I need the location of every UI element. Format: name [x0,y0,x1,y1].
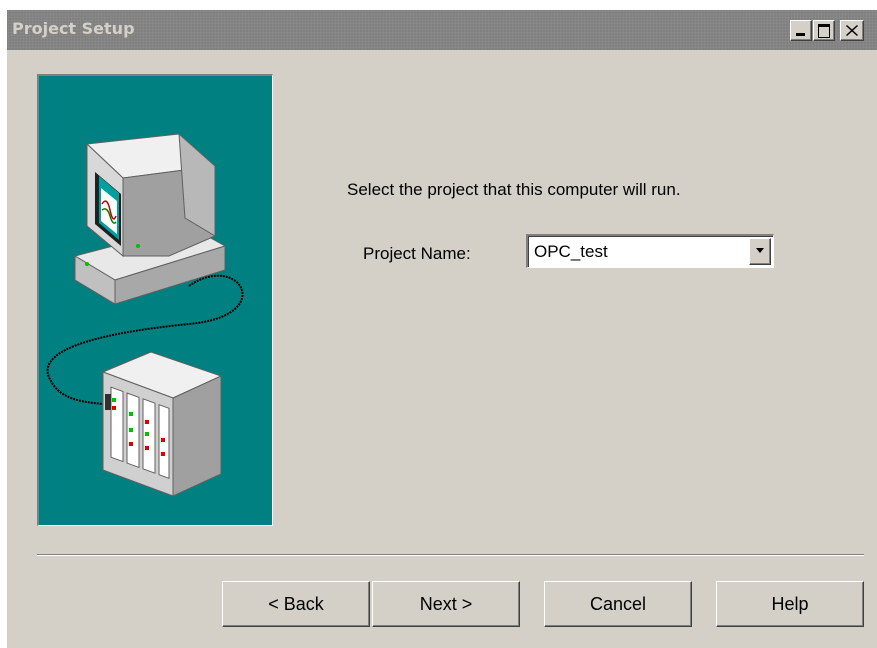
close-button[interactable] [840,20,864,41]
separator-line [37,554,864,556]
chevron-down-icon [756,248,764,253]
project-name-value: OPC_test [534,242,608,261]
title-bar[interactable]: Project Setup [7,10,877,50]
help-button[interactable]: Help [716,581,864,627]
project-name-label: Project Name: [363,244,471,263]
computer-to-plc-illustration [46,132,244,497]
window-title: Project Setup [12,19,135,38]
minimize-button[interactable] [790,20,812,41]
back-button[interactable]: < Back [222,581,370,627]
next-button[interactable]: Next > [372,581,520,627]
instruction-text: Select the project that this computer wi… [347,180,681,199]
project-name-select[interactable]: OPC_test [526,234,774,268]
close-icon [846,25,858,36]
project-setup-dialog: Project Setup Select the project that th… [6,9,877,648]
cancel-button[interactable]: Cancel [544,581,692,627]
dropdown-button[interactable] [749,238,771,265]
wizard-illustration [37,74,273,526]
plc-rack-icon [101,351,223,497]
maximize-button[interactable] [813,20,835,41]
